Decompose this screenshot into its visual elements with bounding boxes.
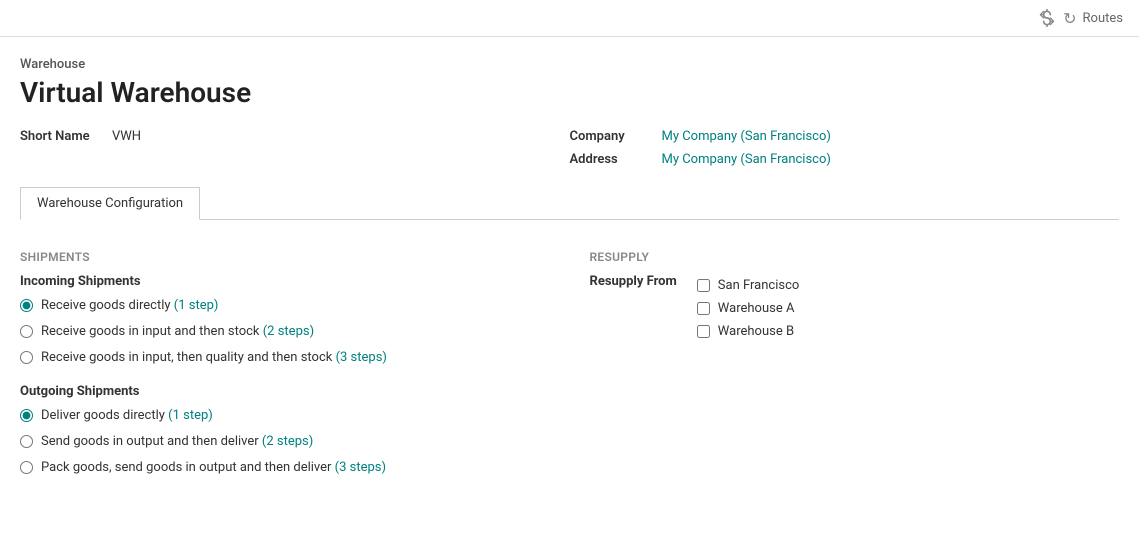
fields-row: Short Name VWH Company My Company (San F… [20,129,1119,167]
incoming-option-3[interactable]: Receive goods in input, then quality and… [20,349,550,367]
incoming-radio-3[interactable] [20,351,33,364]
company-field: Company My Company (San Francisco) [570,129,1120,144]
incoming-option-2[interactable]: Receive goods in input and then stock (2… [20,323,550,341]
resupply-option-sf[interactable]: San Francisco [697,278,800,293]
resupply-option-wb[interactable]: Warehouse B [697,324,800,339]
short-name-field: Short Name VWH [20,129,570,167]
tabs: Warehouse Configuration [20,187,1119,220]
incoming-radio-2[interactable] [20,325,33,338]
resupply-checkbox-wb[interactable] [697,325,710,338]
resupply-wa-label: Warehouse A [718,301,795,316]
breadcrumb: Warehouse [20,57,1119,72]
resupply-checkbox-sf[interactable] [697,279,710,292]
resupply-wb-label: Warehouse B [718,324,794,339]
config-columns: Shipments Incoming Shipments Receive goo… [20,250,1119,493]
resupply-sf-label: San Francisco [718,278,800,293]
resupply-checkbox-wa[interactable] [697,302,710,315]
incoming-label-3: Receive goods in input, then quality and… [41,349,387,367]
incoming-shipments-heading: Incoming Shipments [20,274,550,289]
resupply-checkbox-group: San Francisco Warehouse A Warehouse B [697,278,800,339]
incoming-option-1[interactable]: Receive goods directly (1 step) [20,297,550,315]
outgoing-option-2[interactable]: Send goods in output and then deliver (2… [20,433,550,451]
outgoing-radio-3[interactable] [20,461,33,474]
top-bar: ↻ Routes [0,0,1139,37]
outgoing-shipments-heading: Outgoing Shipments [20,384,550,399]
tab-warehouse-configuration[interactable]: Warehouse Configuration [20,187,200,220]
resupply-column: Resupply Resupply From San Francisco War… [590,250,1120,493]
address-field: Address My Company (San Francisco) [570,152,1120,167]
outgoing-option-3[interactable]: Pack goods, send goods in output and the… [20,459,550,477]
outgoing-label-3: Pack goods, send goods in output and the… [41,459,386,477]
resupply-heading: Resupply [590,250,1120,264]
config-section: Shipments Incoming Shipments Receive goo… [20,240,1119,503]
incoming-shipments-radio-group: Receive goods directly (1 step) Receive … [20,297,550,368]
resupply-option-wa[interactable]: Warehouse A [697,301,800,316]
address-value[interactable]: My Company (San Francisco) [662,152,831,167]
outgoing-option-1[interactable]: Deliver goods directly (1 step) [20,407,550,425]
routes-sync-icon: ↻ [1063,9,1076,28]
routes-button[interactable]: ↻ Routes [1037,8,1123,28]
outgoing-shipments-radio-group: Deliver goods directly (1 step) Send goo… [20,407,550,478]
routes-label: Routes [1083,11,1123,26]
page-content: Warehouse Virtual Warehouse Short Name V… [0,37,1139,523]
outgoing-label-1: Deliver goods directly (1 step) [41,407,213,425]
address-label: Address [570,152,650,167]
short-name-label: Short Name [20,129,100,144]
outgoing-radio-2[interactable] [20,435,33,448]
resupply-row: Resupply From San Francisco Warehouse A [590,274,1120,339]
company-value[interactable]: My Company (San Francisco) [662,129,831,144]
short-name-value: VWH [112,129,141,144]
page-title: Virtual Warehouse [20,76,1119,109]
incoming-label-1: Receive goods directly (1 step) [41,297,218,315]
company-label: Company [570,129,650,144]
outgoing-label-2: Send goods in output and then deliver (2… [41,433,313,451]
incoming-label-2: Receive goods in input and then stock (2… [41,323,314,341]
routes-icon [1037,8,1057,28]
resupply-from-label: Resupply From [590,274,677,289]
shipments-heading: Shipments [20,250,550,264]
incoming-radio-1[interactable] [20,299,33,312]
shipments-column: Shipments Incoming Shipments Receive goo… [20,250,550,493]
outgoing-radio-1[interactable] [20,409,33,422]
company-address-fields: Company My Company (San Francisco) Addre… [570,129,1120,167]
